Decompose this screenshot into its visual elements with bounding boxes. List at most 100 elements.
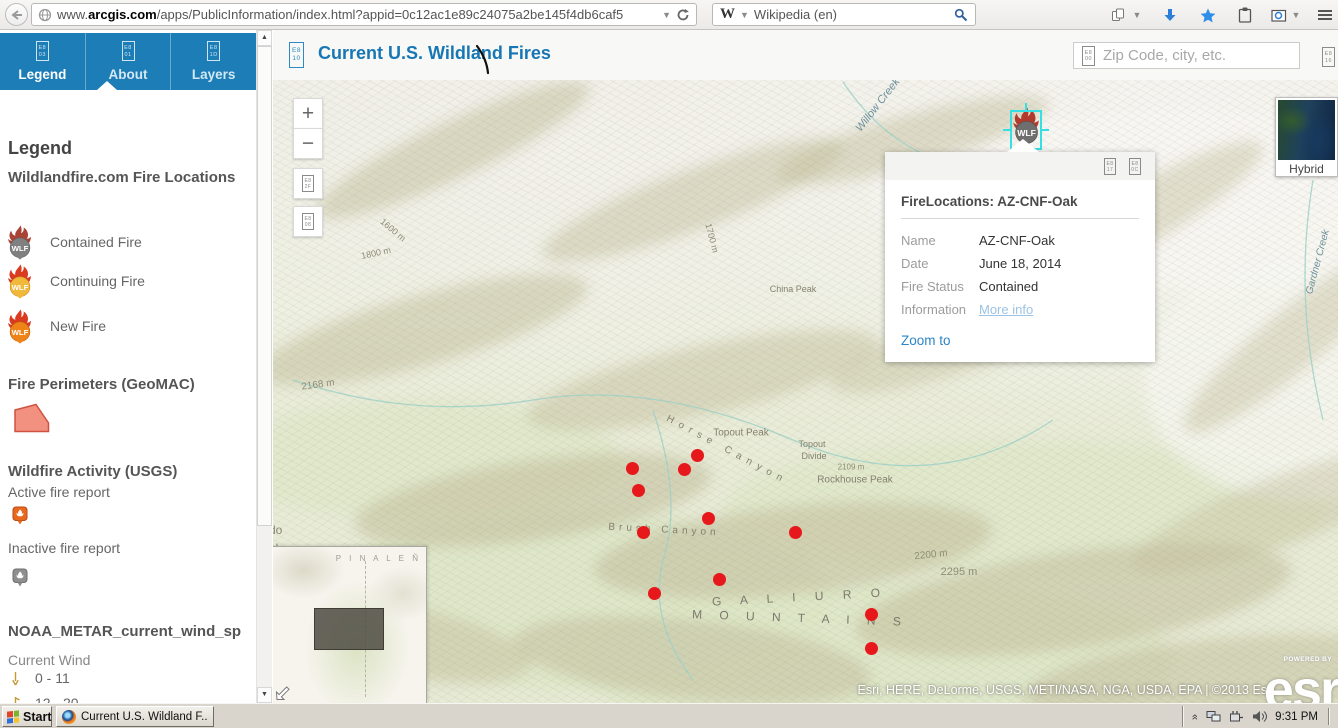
sidebar-scrollbar[interactable]: ▲ ▼ xyxy=(256,30,272,703)
popup-field-label: Fire Status xyxy=(901,275,979,298)
reload-icon[interactable] xyxy=(676,8,690,22)
map-tool-2-icon: E8 08 xyxy=(302,213,314,230)
contour-texture xyxy=(273,80,1338,703)
start-button[interactable]: Start xyxy=(2,706,52,727)
fire-dot[interactable] xyxy=(678,463,691,476)
start-label: Start xyxy=(23,710,51,724)
back-arrow-icon xyxy=(10,9,23,21)
new-fire-icon: WLF xyxy=(6,308,33,344)
network-icon[interactable] xyxy=(1206,710,1221,723)
zoom-out-button[interactable]: − xyxy=(293,128,323,159)
zipcode-search-box[interactable]: E8 00 xyxy=(1073,42,1300,69)
overview-collapse-icon[interactable] xyxy=(275,684,292,701)
tab-layers[interactable]: E8 1D Layers xyxy=(171,33,256,90)
more-info-link[interactable]: More info xyxy=(979,298,1033,321)
popup-dock-icon[interactable]: E8 17 xyxy=(1104,158,1116,175)
url-dropdown-icon[interactable]: ▼ xyxy=(662,10,671,20)
overview-extent-box[interactable] xyxy=(314,608,384,650)
map-label: Topout Peak xyxy=(713,428,769,439)
downloads-icon[interactable] xyxy=(1158,4,1182,26)
basemap-thumbnail xyxy=(1278,100,1335,160)
taskbar-window-button[interactable]: Current U.S. Wildland F... xyxy=(56,706,214,727)
firefox-icon xyxy=(62,710,76,724)
popup-row-name: Name AZ-CNF-Oak xyxy=(901,229,1139,252)
usgs-heading: Wildfire Activity (USGS) xyxy=(8,462,250,481)
screenshot-dropdown-icon[interactable]: ▼ xyxy=(1290,4,1302,26)
tray-expand-icon[interactable]: » xyxy=(1189,713,1201,719)
tray-divider xyxy=(1328,708,1330,725)
sidebar-tabbar: E8 03 Legend E8 01 About E8 1D Layers xyxy=(0,33,256,90)
fire-dot[interactable] xyxy=(789,526,802,539)
mouse-cursor xyxy=(473,44,495,76)
bookmark-star-icon[interactable] xyxy=(1196,4,1220,26)
popup-close-icon[interactable]: E8 0C xyxy=(1129,158,1141,175)
zoom-in-button[interactable]: + xyxy=(293,98,323,129)
selection-tick xyxy=(1025,103,1027,110)
new-fire-label: New Fire xyxy=(50,318,106,334)
scroll-up-icon[interactable]: ▲ xyxy=(257,30,272,46)
zipcode-search-input[interactable] xyxy=(1103,47,1291,64)
fire-dot[interactable] xyxy=(702,512,715,525)
fire-dot[interactable] xyxy=(713,573,726,586)
fire-dot[interactable] xyxy=(632,484,645,497)
fire-dot[interactable] xyxy=(865,608,878,621)
tab-layers-label: Layers xyxy=(192,67,236,82)
map-label: Topout xyxy=(798,439,825,449)
app-logo-icon: E8 10 xyxy=(289,42,304,68)
popup-field-label: Name xyxy=(901,229,979,252)
screenshot-icon[interactable] xyxy=(1267,4,1291,26)
overview-map[interactable]: P I N A L E Ñ xyxy=(273,546,427,703)
clipboard-icon[interactable] xyxy=(1233,4,1257,26)
fire-dot[interactable] xyxy=(865,642,878,655)
zoom-to-link[interactable]: Zoom to xyxy=(901,333,951,348)
fire-perimeter-swatch xyxy=(14,403,50,433)
url-text: www.arcgis.com/apps/PublicInformation/in… xyxy=(57,7,657,22)
legend-item-new-fire: WLF New Fire xyxy=(6,308,106,344)
scroll-down-icon[interactable]: ▼ xyxy=(257,687,272,703)
contained-fire-icon: WLF xyxy=(6,224,33,260)
map-canvas[interactable]: Willow CreekChina PeakTopout PeakTopoutD… xyxy=(273,80,1338,703)
legend-tab-icon: E8 03 xyxy=(36,41,49,61)
continuing-fire-icon: WLF xyxy=(6,263,33,299)
map-attribution: Esri, HERE, DeLorme, USGS, METI/NASA, NG… xyxy=(857,683,1274,697)
pages-dropdown-icon[interactable]: ▼ xyxy=(1131,4,1143,26)
popup-field-label: Information xyxy=(901,298,979,321)
selection-tick xyxy=(1003,129,1010,131)
search-engine-dropdown-icon[interactable]: ▼ xyxy=(740,10,749,20)
basemap-label: Hybrid xyxy=(1276,162,1337,177)
popup-title: FireLocations: AZ-CNF-Oak xyxy=(901,194,1139,209)
about-tab-icon: E8 01 xyxy=(122,41,135,61)
tab-legend[interactable]: E8 03 Legend xyxy=(0,33,86,90)
menu-hamburger-icon[interactable] xyxy=(1313,4,1337,26)
search-options-icon[interactable]: E8 16 xyxy=(1322,47,1335,67)
fire-dot[interactable] xyxy=(691,449,704,462)
page-title: Current U.S. Wildland Fires xyxy=(318,43,551,64)
svg-text:WLF: WLF xyxy=(12,244,29,253)
map-tool-button-1[interactable]: E8 2F xyxy=(293,168,323,199)
fire-dot[interactable] xyxy=(637,526,650,539)
volume-icon[interactable] xyxy=(1252,710,1267,723)
search-engine-icon: W xyxy=(720,6,735,23)
device-plug-icon[interactable] xyxy=(1229,710,1244,723)
fire-dot[interactable] xyxy=(648,587,661,600)
sidebar: E8 03 Legend E8 01 About E8 1D Layers Le… xyxy=(0,30,256,703)
map-tool-button-2[interactable]: E8 08 xyxy=(293,206,323,237)
selection-tick xyxy=(1042,129,1049,131)
basemap-toggle[interactable]: Hybrid xyxy=(1275,97,1338,177)
search-icon[interactable] xyxy=(954,8,968,22)
windows-flag-icon xyxy=(7,710,19,723)
url-bar[interactable]: www.arcgis.com/apps/PublicInformation/in… xyxy=(31,3,697,26)
popup-header: E8 17 E8 0C xyxy=(885,152,1155,180)
scrollbar-thumb[interactable] xyxy=(257,46,272,526)
pages-icon[interactable] xyxy=(1106,4,1130,26)
fire-locations-heading: Wildlandfire.com Fire Locations xyxy=(8,168,250,187)
popup-divider xyxy=(901,218,1139,219)
fire-dot[interactable] xyxy=(626,462,639,475)
browser-search-box[interactable]: W ▼ Wikipedia (en) xyxy=(712,3,976,26)
back-button[interactable] xyxy=(5,3,28,26)
contained-fire-label: Contained Fire xyxy=(50,234,142,250)
map-edge-label: do xyxy=(273,523,282,537)
popup-pointer xyxy=(1007,139,1039,152)
feature-popup: E8 17 E8 0C FireLocations: AZ-CNF-Oak Na… xyxy=(885,152,1155,362)
wind-range-1-label: 0 - 11 xyxy=(35,670,70,686)
